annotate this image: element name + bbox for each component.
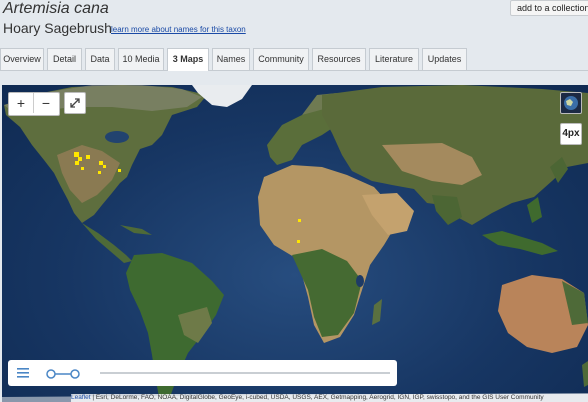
point-size-button[interactable]: 4px	[560, 123, 582, 145]
tab-media[interactable]: 10 Media	[118, 48, 164, 70]
zoom-control: + −	[8, 92, 60, 116]
occurrence-point[interactable]	[297, 240, 300, 243]
occurrence-point[interactable]	[103, 165, 106, 168]
tab-data[interactable]: Data	[85, 48, 115, 70]
tab-names[interactable]: Names	[212, 48, 250, 70]
map-attribution: Leaflet | Esri, DeLorme, FAO, NOAA, Digi…	[71, 394, 588, 402]
tab-detail[interactable]: Detail	[47, 48, 82, 70]
leaflet-link[interactable]: Leaflet	[71, 394, 91, 401]
attribution-text: | Esri, DeLorme, FAO, NOAA, DigitalGlobe…	[92, 394, 544, 401]
add-to-collection-button[interactable]: add to a collection	[510, 0, 588, 16]
occurrence-point[interactable]	[98, 171, 101, 174]
map-basemap	[2, 85, 588, 402]
occurrence-point[interactable]	[81, 167, 84, 170]
expand-icon	[70, 98, 80, 108]
tab-community[interactable]: Community	[253, 48, 309, 70]
zoom-out-button[interactable]: −	[34, 93, 58, 113]
scientific-name: Artemisia cana	[3, 0, 109, 17]
opacity-toggle[interactable]	[46, 367, 80, 379]
tab-maps[interactable]: 3 Maps	[167, 48, 209, 71]
basemap-switcher-button[interactable]	[560, 92, 582, 114]
satellite-basemap-icon	[564, 96, 578, 110]
distribution-map[interactable]: + − 4px	[2, 85, 588, 402]
zoom-in-button[interactable]: +	[9, 93, 34, 113]
page-header: Artemisia cana Hoary Sagebrush learn mor…	[0, 0, 588, 47]
layer-panel	[8, 360, 397, 386]
occurrence-point[interactable]	[75, 161, 79, 165]
timeline-slider[interactable]	[100, 372, 390, 374]
learn-more-link[interactable]: learn more about names for this taxon	[111, 25, 246, 34]
occurrence-point[interactable]	[86, 155, 90, 159]
tab-resources[interactable]: Resources	[312, 48, 366, 70]
tab-literature[interactable]: Literature	[369, 48, 419, 70]
tab-updates[interactable]: Updates	[422, 48, 467, 70]
layers-icon[interactable]	[16, 367, 30, 379]
occurrence-point[interactable]	[118, 169, 121, 172]
occurrence-point[interactable]	[298, 219, 301, 222]
fullscreen-button[interactable]	[64, 92, 86, 114]
common-name: Hoary Sagebrush	[3, 20, 112, 36]
tab-bar: Overview Detail Data 10 Media 3 Maps Nam…	[0, 48, 588, 71]
tab-overview[interactable]: Overview	[0, 48, 44, 70]
